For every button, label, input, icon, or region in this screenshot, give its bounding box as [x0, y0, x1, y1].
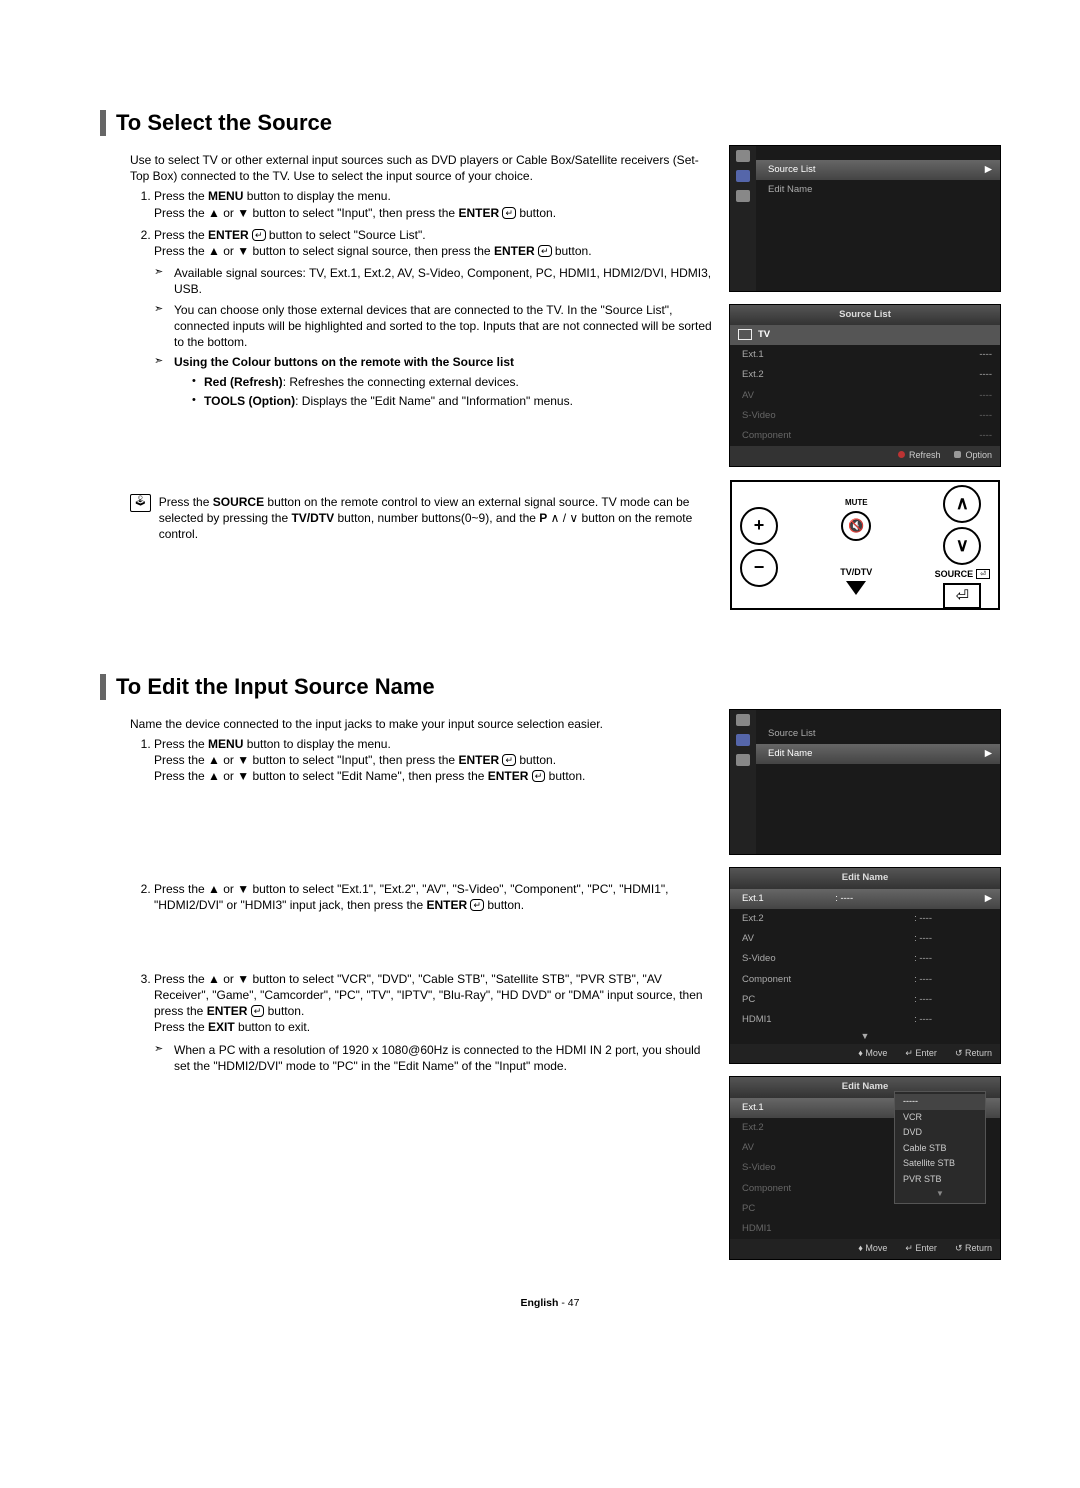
osd-move: ♦ Move: [858, 1047, 887, 1061]
osd-enter: ↵ Enter: [905, 1047, 937, 1061]
osd-popup-list: -----VCRDVDCable STBSatellite STBPVR STB…: [894, 1091, 986, 1204]
osd-item-source-list: Source List▶: [756, 160, 1000, 180]
osd-row: Component----: [730, 426, 1000, 446]
app-icon: [736, 754, 750, 766]
s2-step-2: Press the ▲ or ▼ button to select "Ext.1…: [154, 881, 712, 965]
osd-popup-item: PVR STB: [895, 1172, 985, 1188]
osd-row: Ext.1: ----▶: [730, 889, 1000, 909]
osd-enter: ↵ Enter: [905, 1242, 937, 1256]
remote-note-text: Press the SOURCE button on the remote co…: [159, 494, 712, 543]
gear-icon: [736, 150, 750, 162]
osd-popup-item: Cable STB: [895, 1141, 985, 1157]
section-heading-select-source: To Select the Source: [100, 110, 1000, 136]
note-red-refresh: Red (Refresh): Refreshes the connecting …: [192, 374, 712, 390]
intro-text: Use to select TV or other external input…: [130, 152, 712, 184]
intro-text-2: Name the device connected to the input j…: [130, 716, 712, 732]
step-1: Press the MENU button to display the men…: [154, 188, 712, 220]
osd-return: ↺ Return: [955, 1047, 992, 1061]
source-button: ⏎: [943, 583, 981, 609]
osd-row: HDMI1: [730, 1219, 1000, 1239]
input-icon: [736, 170, 750, 182]
osd-return: ↺ Return: [955, 1242, 992, 1256]
osd-title: Edit Name: [842, 1081, 888, 1092]
osd-popup-item: -----: [895, 1094, 985, 1110]
s2-step-1: Press the MENU button to display the men…: [154, 736, 712, 875]
osd-row: HDMI1: ----: [730, 1010, 1000, 1030]
ch-down-button: ∨: [943, 527, 981, 565]
osd-popup-item: VCR: [895, 1110, 985, 1126]
osd-row: Ext.2----: [730, 365, 1000, 385]
vol-up-button: +: [740, 507, 778, 545]
tvdtv-arrow-icon: [846, 581, 866, 595]
tvdtv-label: TV/DTV: [840, 567, 872, 577]
osd-move: ♦ Move: [858, 1242, 887, 1256]
gear-icon: [736, 714, 750, 726]
remote-icon: 🕹: [130, 494, 151, 512]
source-label: SOURCE: [935, 569, 974, 579]
mute-label: MUTE: [845, 498, 868, 507]
remote-diagram: + − MUTE 🔇 TV/DTV ∧ ∨ SOURCE ⏎: [730, 480, 1000, 610]
s2-step-3: Press the ▲ or ▼ button to select "VCR",…: [154, 971, 712, 1074]
osd-popup-item: DVD: [895, 1125, 985, 1141]
osd-title: Edit Name: [842, 872, 888, 883]
osd-row: S-Video----: [730, 406, 1000, 426]
osd-row: PC: ----: [730, 990, 1000, 1010]
osd-popup-item: Satellite STB: [895, 1156, 985, 1172]
note-connected-devices: You can choose only those external devic…: [154, 302, 712, 351]
osd-edit-name-list: Edit Name Ext.1: ----▶Ext.2: ----AV: ---…: [730, 868, 1000, 1063]
osd-refresh: Refresh: [898, 449, 941, 463]
osd-source-list: Source List TV Ext.1----Ext.2----AV----S…: [730, 305, 1000, 466]
osd-row: S-Video: ----: [730, 949, 1000, 969]
section-heading-edit-name: To Edit the Input Source Name: [100, 674, 1000, 700]
osd-row-tv: TV: [730, 325, 1000, 345]
osd-row: Ext.1----: [730, 345, 1000, 365]
osd-item-source-list: Source List: [756, 724, 1000, 744]
app-icon: [736, 190, 750, 202]
osd-row: Component: ----: [730, 970, 1000, 990]
osd-row: Ext.2: ----: [730, 909, 1000, 929]
ch-up-button: ∧: [943, 485, 981, 523]
note-available-sources: Available signal sources: TV, Ext.1, Ext…: [154, 265, 712, 297]
osd-title: Source List: [839, 309, 891, 320]
vol-down-button: −: [740, 549, 778, 587]
input-icon: [736, 734, 750, 746]
osd-row: AV----: [730, 386, 1000, 406]
osd-option: Option: [954, 449, 992, 463]
osd-input-menu: Source List▶ Edit Name: [730, 146, 1000, 291]
osd-input-menu-2: Source List Edit Name▶: [730, 710, 1000, 855]
osd-row: AV: ----: [730, 929, 1000, 949]
mute-button: 🔇: [841, 511, 871, 541]
source-btn-icon: ⏎: [976, 569, 990, 579]
note-pc-resolution: When a PC with a resolution of 1920 x 10…: [154, 1042, 712, 1074]
osd-item-edit-name: Edit Name▶: [756, 744, 1000, 764]
osd-edit-name-popup: Edit Name Ext.1Ext.2AVS-VideoComponentPC…: [730, 1077, 1000, 1259]
note-tools-option: TOOLS (Option): Displays the "Edit Name"…: [192, 393, 712, 409]
osd-item-edit-name: Edit Name: [756, 180, 1000, 200]
note-colour-buttons: Using the Colour buttons on the remote w…: [154, 354, 712, 410]
step-2: Press the ENTER ↵ button to select "Sour…: [154, 227, 712, 410]
page-number: English - 47: [100, 1297, 1000, 1309]
